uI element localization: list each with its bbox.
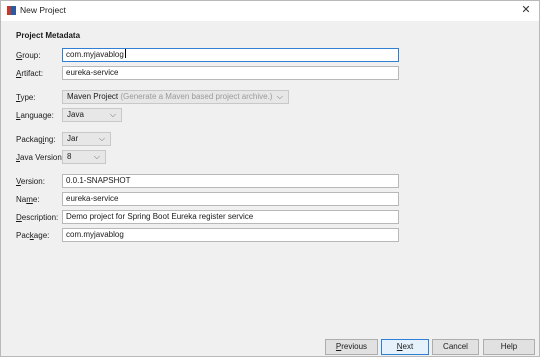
group-label: Group:: [16, 51, 41, 60]
name-label: Name:: [16, 195, 40, 204]
section-title: Project Metadata: [16, 31, 81, 40]
chevron-down-icon: ⌵: [276, 92, 283, 101]
chevron-down-icon: ⌵: [93, 152, 100, 161]
version-label: Version:: [16, 177, 45, 186]
group-input[interactable]: com.myjavablog: [62, 48, 399, 62]
close-icon[interactable]: ✕: [519, 3, 533, 17]
previous-button[interactable]: Previous: [325, 339, 378, 355]
chevron-down-icon: ⌵: [98, 134, 105, 143]
window-title: New Project: [20, 5, 66, 15]
java-version-select[interactable]: 8 ⌵: [62, 150, 106, 164]
java-version-label: Java Version:: [16, 153, 65, 162]
packaging-select[interactable]: Jar ⌵: [62, 132, 111, 146]
help-button[interactable]: Help: [483, 339, 535, 355]
package-input[interactable]: com.myjavablog: [62, 228, 399, 242]
new-project-dialog: New Project ✕ Project Metadata Group: co…: [0, 0, 540, 357]
artifact-label: Artifact:: [16, 69, 44, 78]
artifact-input[interactable]: eureka-service: [62, 66, 399, 80]
title-bar: New Project ✕: [1, 1, 539, 21]
version-input[interactable]: 0.0.1-SNAPSHOT: [62, 174, 399, 188]
description-label: Description:: [16, 213, 59, 222]
name-input[interactable]: eureka-service: [62, 192, 399, 206]
type-select[interactable]: Maven Project (Generate a Maven based pr…: [62, 90, 289, 104]
language-label: Language:: [16, 111, 54, 120]
type-label: Type:: [16, 93, 36, 102]
packaging-label: Packaging:: [16, 135, 56, 144]
next-button[interactable]: Next: [381, 339, 429, 355]
chevron-down-icon: ⌵: [109, 110, 116, 119]
cancel-button[interactable]: Cancel: [432, 339, 479, 355]
package-label: Package:: [16, 231, 50, 240]
description-input[interactable]: Demo project for Spring Boot Eureka regi…: [62, 210, 399, 224]
app-icon: [7, 6, 16, 15]
language-select[interactable]: Java ⌵: [62, 108, 122, 122]
dialog-content: Project Metadata Group: com.myjavablog A…: [1, 21, 539, 336]
